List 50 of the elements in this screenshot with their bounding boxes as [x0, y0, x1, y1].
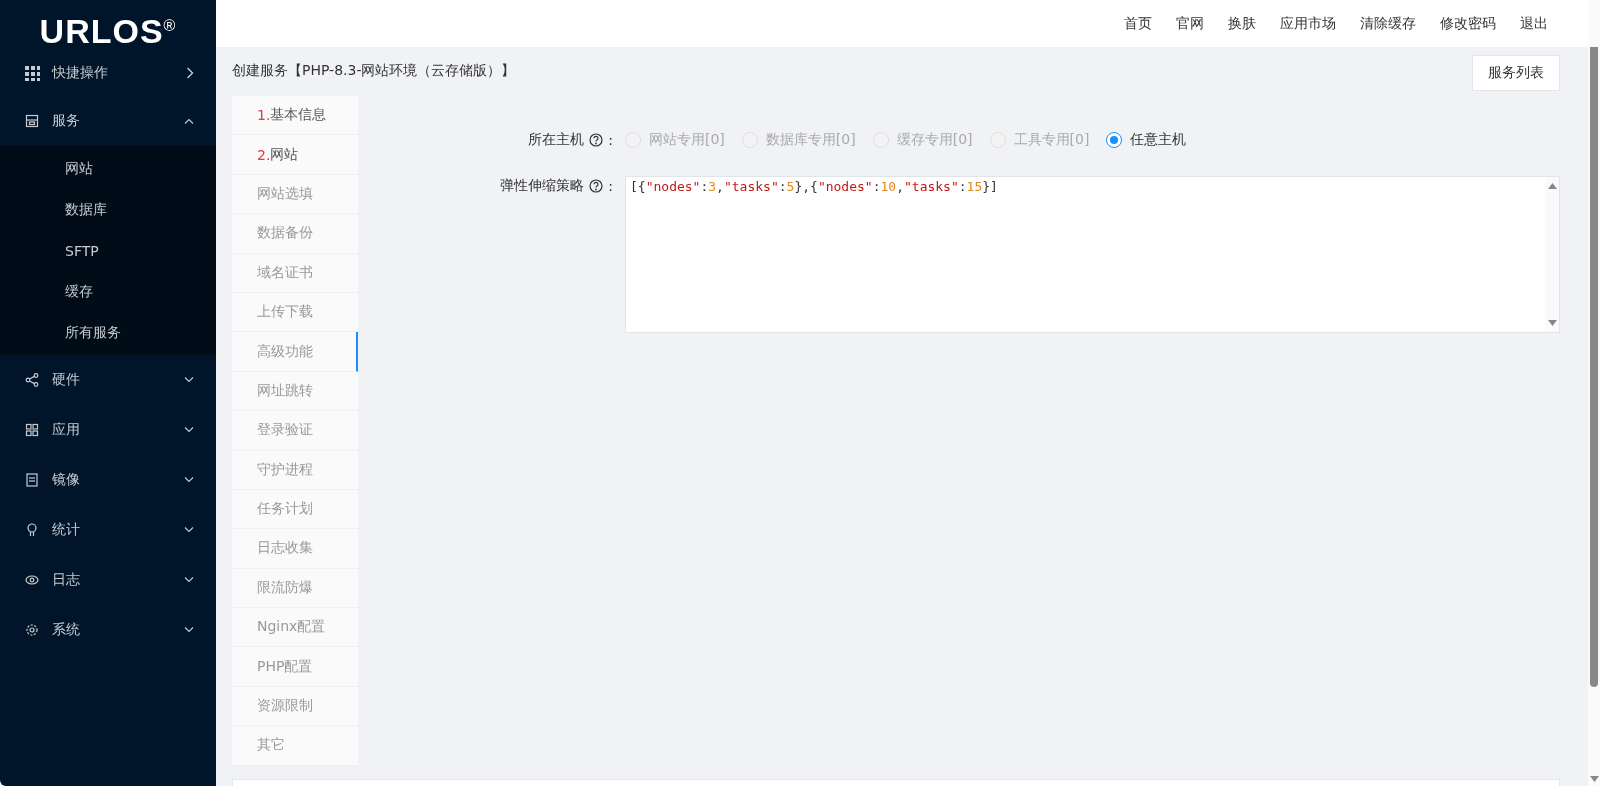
share-icon — [24, 372, 40, 388]
scroll-thumb[interactable] — [1590, 47, 1598, 687]
nav-link[interactable]: 退出 — [1508, 14, 1560, 33]
arrow-down-icon — [1547, 320, 1557, 326]
colon: : — [608, 132, 613, 148]
submenu-item[interactable]: 网站 — [0, 148, 216, 189]
field-label: 弹性伸缩策略 — [500, 177, 585, 195]
arrow-up-icon — [1547, 183, 1557, 189]
arrow-down-icon — [1589, 776, 1599, 782]
help-icon — [589, 133, 604, 147]
code-editor[interactable]: [{"nodes":3,"tasks":5},{"nodes":10,"tasks":15}] — [625, 176, 1560, 333]
nav-link[interactable]: 清除缓存 — [1348, 14, 1428, 33]
colon: : — [608, 178, 613, 194]
nav-link[interactable]: 换肤 — [1216, 14, 1268, 33]
help-icon — [589, 179, 604, 193]
nav-link[interactable]: 修改密码 — [1428, 14, 1508, 33]
eye-icon — [24, 572, 40, 588]
submenu-item[interactable]: 所有服务 — [0, 312, 216, 353]
document-icon — [24, 472, 40, 488]
submenu-item[interactable]: 数据库 — [0, 189, 216, 230]
service-list-button[interactable]: 服务列表 — [1472, 54, 1560, 91]
step-tab[interactable]: 2.网站 — [232, 135, 358, 175]
menu-item[interactable]: 镜像 — [0, 455, 216, 505]
scrollbar[interactable] — [1545, 177, 1559, 332]
grid-icon — [24, 65, 40, 81]
gear-icon — [24, 622, 40, 638]
menu-item[interactable]: 日志 — [0, 555, 216, 605]
step-tab[interactable]: 1.基本信息 — [232, 96, 358, 136]
menu-item[interactable]: 统计 — [0, 505, 216, 555]
drawer-icon — [24, 113, 40, 129]
bulb-icon — [24, 522, 40, 538]
apps-icon — [24, 422, 40, 438]
logo: URLOS$^{®}$ — [39, 11, 177, 50]
nav-link[interactable]: 官网 — [1164, 14, 1216, 33]
menu-item[interactable]: 快捷操作 — [0, 50, 216, 96]
nav-link[interactable]: 应用市场 — [1268, 14, 1348, 33]
chevron-right-icon — [186, 67, 194, 79]
page-title: 创建服务【PHP-8.3-网站环境（云存储版）】 — [232, 61, 516, 80]
code-text: [{"nodes":3,"tasks":5},{"nodes":10,"tasks":15}] — [629, 178, 999, 196]
field-label: 所在主机 — [528, 131, 585, 149]
menu-item[interactable]: 服务 — [0, 96, 216, 146]
radio-label[interactable]: 任意主机 — [1130, 131, 1187, 149]
submenu-item[interactable]: 缓存 — [0, 271, 216, 312]
submenu-item[interactable]: SFTP — [0, 230, 216, 271]
nav-link[interactable]: 首页 — [1112, 14, 1164, 33]
radio-button[interactable] — [1106, 132, 1123, 148]
menu-item[interactable]: 应用 — [0, 405, 216, 455]
menu-item[interactable]: 系统 — [0, 605, 216, 655]
page-scrollbar[interactable] — [1588, 0, 1600, 786]
menu-item[interactable]: 硬件 — [0, 355, 216, 405]
